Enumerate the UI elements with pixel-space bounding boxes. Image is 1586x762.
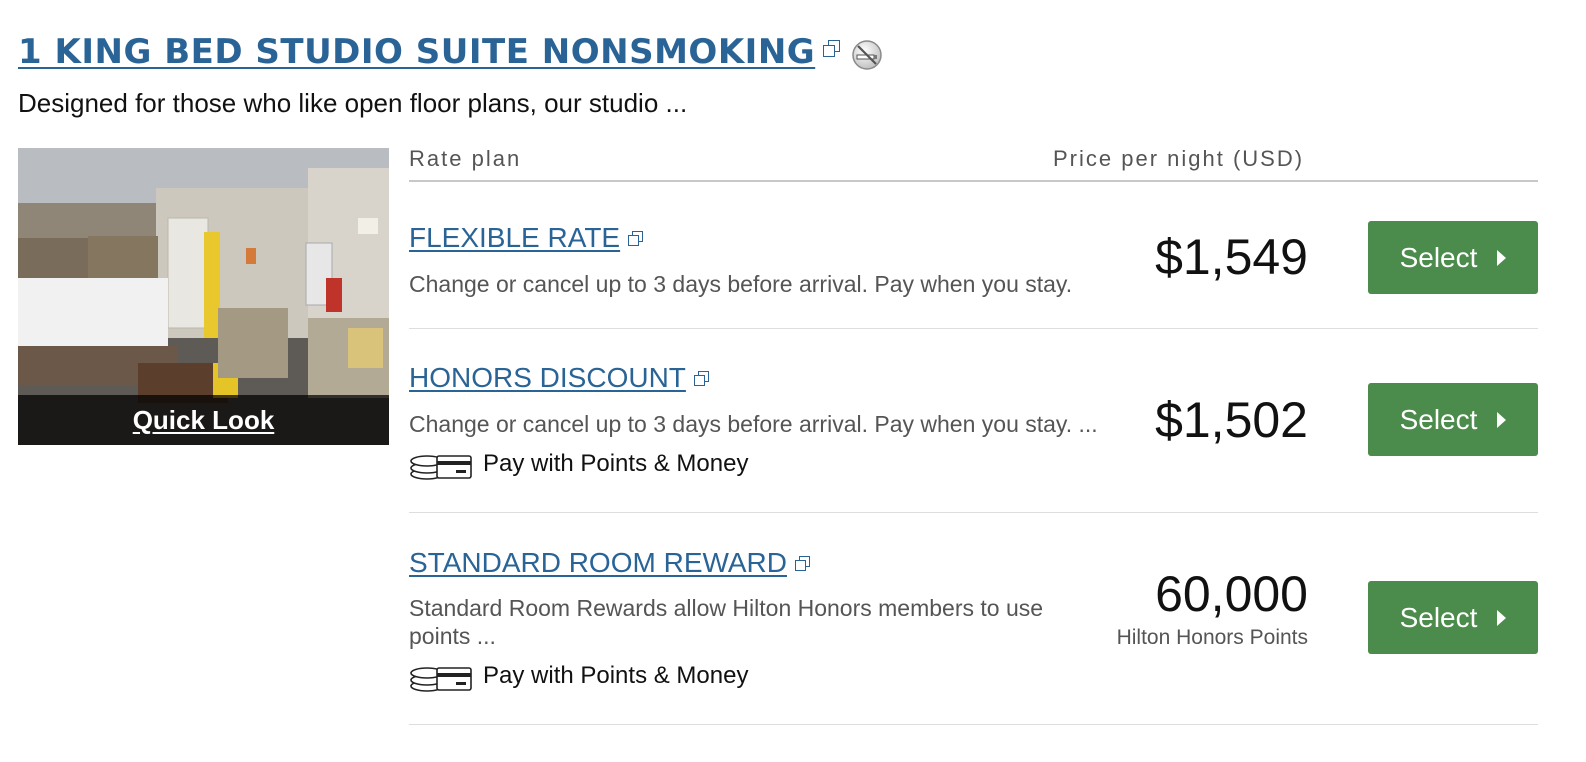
pay-with-points-money[interactable]: Pay with Points & Money: [409, 446, 748, 482]
price-header: Price per night (USD): [1053, 146, 1305, 171]
rate-price: $1,549: [1155, 229, 1308, 285]
rate-name-link[interactable]: STANDARD ROOM REWARD: [409, 547, 810, 579]
coins-card-icon: [410, 667, 472, 692]
rate-row: HONORS DISCOUNT Change or cancel up to 3…: [409, 329, 1538, 513]
rate-description: Change or cancel up to 3 days before arr…: [409, 271, 1073, 297]
select-button[interactable]: Select: [1368, 581, 1538, 654]
external-link-icon[interactable]: [795, 556, 810, 571]
room-description: Designed for those who like open floor p…: [18, 88, 688, 118]
no-smoking-icon: [852, 40, 882, 70]
caret-right-icon: [1497, 411, 1507, 428]
rate-name-link[interactable]: HONORS DISCOUNT: [409, 362, 709, 394]
quick-look-overlay: Quick Look: [18, 395, 389, 445]
rate-price: $1,502: [1155, 392, 1308, 448]
room-title-row: 1 KING BED STUDIO SUITE NONSMOKING: [18, 28, 883, 76]
external-link-icon[interactable]: [823, 40, 841, 57]
external-link-icon[interactable]: [628, 231, 644, 246]
points-unit-label: Hilton Honors Points: [1116, 626, 1308, 649]
rate-name-link[interactable]: FLEXIBLE RATE: [409, 222, 644, 254]
caret-right-icon: [1497, 249, 1507, 266]
quick-look-link[interactable]: Quick Look: [133, 405, 275, 436]
points-money-label[interactable]: Pay with Points & Money: [483, 450, 748, 478]
rate-description: Change or cancel up to 3 days before arr…: [409, 411, 1098, 437]
select-button[interactable]: Select: [1368, 221, 1538, 294]
rate-description: Standard Room Rewards allow Hilton Honor…: [409, 595, 1044, 649]
rate-points-price: 60,000: [1155, 566, 1308, 622]
pay-with-points-money[interactable]: Pay with Points & Money: [409, 658, 748, 694]
external-link-icon[interactable]: [693, 371, 709, 386]
select-button[interactable]: Select: [1368, 383, 1538, 456]
room-photo[interactable]: Quick Look: [18, 148, 389, 445]
rate-plan-header: Rate plan: [409, 146, 522, 171]
rate-table-header: Rate plan Price per night (USD): [409, 140, 1538, 182]
coins-card-icon: [410, 455, 472, 480]
room-title-link[interactable]: 1 KING BED STUDIO SUITE NONSMOKING: [18, 32, 815, 72]
rate-row: STANDARD ROOM REWARD Standard Room Rewar…: [409, 513, 1538, 725]
points-money-label[interactable]: Pay with Points & Money: [483, 662, 748, 690]
caret-right-icon: [1497, 609, 1507, 626]
rate-row: FLEXIBLE RATE Change or cancel up to 3 d…: [409, 182, 1538, 329]
